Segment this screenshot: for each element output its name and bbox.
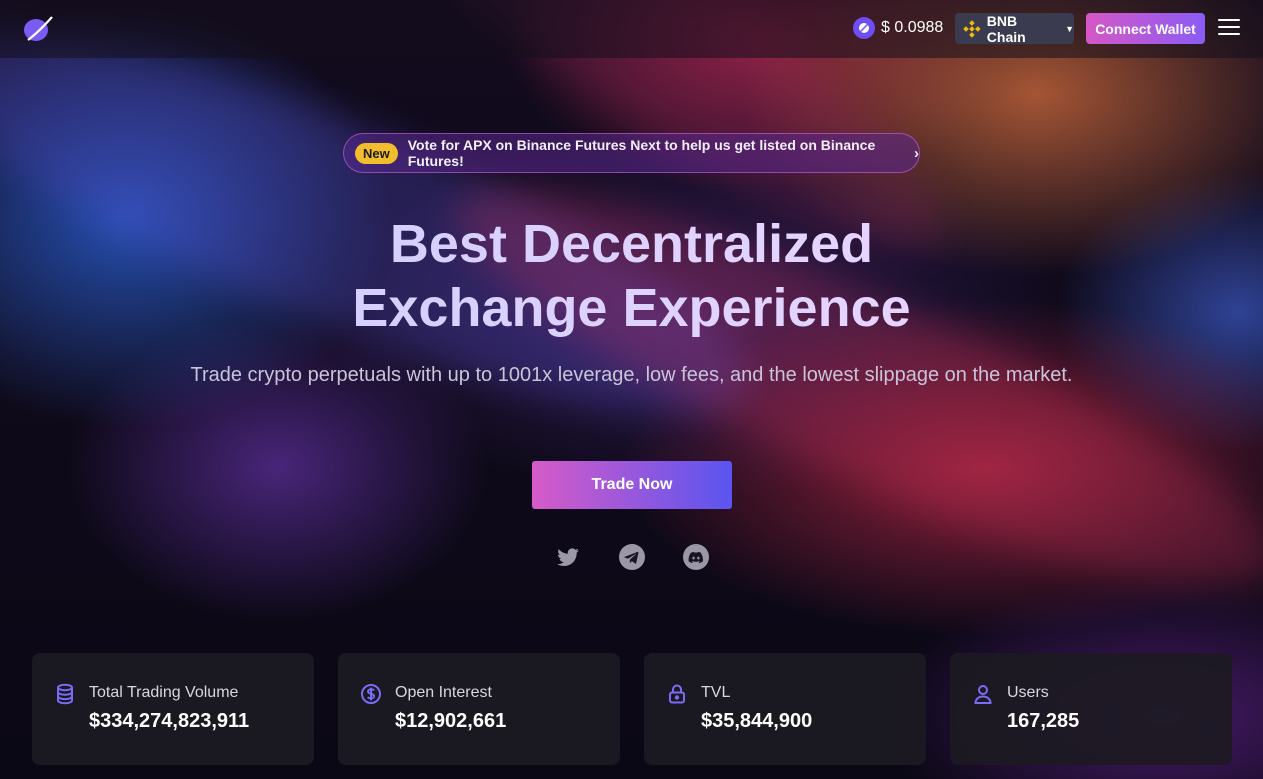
chain-selector-label: BNB Chain — [986, 12, 1026, 45]
apx-token-icon — [853, 17, 875, 39]
hero-title-line2: Exchange Experience — [352, 278, 911, 338]
token-price[interactable]: $ 0.0988 — [853, 17, 943, 39]
stat-card-users: Users 167,285 — [950, 653, 1232, 765]
top-nav: $ 0.0988 BNB Chain ▼ Connect Wallet — [0, 0, 1263, 58]
discord-icon[interactable] — [683, 544, 709, 570]
trade-now-button[interactable]: Trade Now — [532, 461, 732, 509]
database-icon — [57, 683, 73, 705]
announcement-text: Vote for APX on Binance Futures Next to … — [407, 137, 876, 169]
dollar-circle-icon — [361, 684, 381, 704]
apollox-logo-icon[interactable] — [22, 14, 54, 44]
chain-selector[interactable]: BNB Chain ▼ — [955, 12, 1074, 45]
bnb-chain-icon — [963, 19, 981, 38]
stat-card-open-interest: Open Interest $12,902,661 — [338, 653, 620, 765]
stat-label: Open Interest — [395, 684, 492, 701]
lock-icon — [669, 684, 685, 704]
hamburger-menu-icon[interactable] — [1218, 19, 1240, 37]
twitter-icon[interactable] — [555, 544, 581, 570]
stat-value: $334,274,823,911 — [89, 710, 250, 732]
hero-title-line1: Best Decentralized — [389, 214, 874, 274]
user-icon — [974, 685, 992, 704]
stat-label: Total Trading Volume — [89, 684, 239, 701]
stat-label: TVL — [701, 684, 731, 701]
token-price-value: $ 0.0988 — [881, 19, 944, 36]
connect-wallet-button[interactable]: Connect Wallet — [1086, 13, 1205, 44]
announcement-banner[interactable]: New Vote for APX on Binance Futures Next… — [343, 133, 920, 173]
new-badge: New — [355, 142, 398, 164]
telegram-icon[interactable] — [619, 544, 645, 570]
chevron-right-icon: › — [914, 144, 919, 162]
stat-card-total-trading-volume: Total Trading Volume $334,274,823,911 — [32, 653, 314, 765]
stat-value: 167,285 — [1007, 710, 1080, 732]
stat-card-tvl: TVL $35,844,900 — [644, 653, 926, 765]
hero-subtitle: Trade crypto perpetuals with up to 1001x… — [190, 364, 1073, 386]
hero-title: Best Decentralized Exchange Experience — [0, 212, 1263, 340]
stat-label: Users — [1007, 684, 1049, 701]
chevron-down-icon: ▼ — [1065, 23, 1074, 34]
stat-value: $35,844,900 — [701, 710, 813, 732]
stat-value: $12,902,661 — [395, 710, 507, 732]
